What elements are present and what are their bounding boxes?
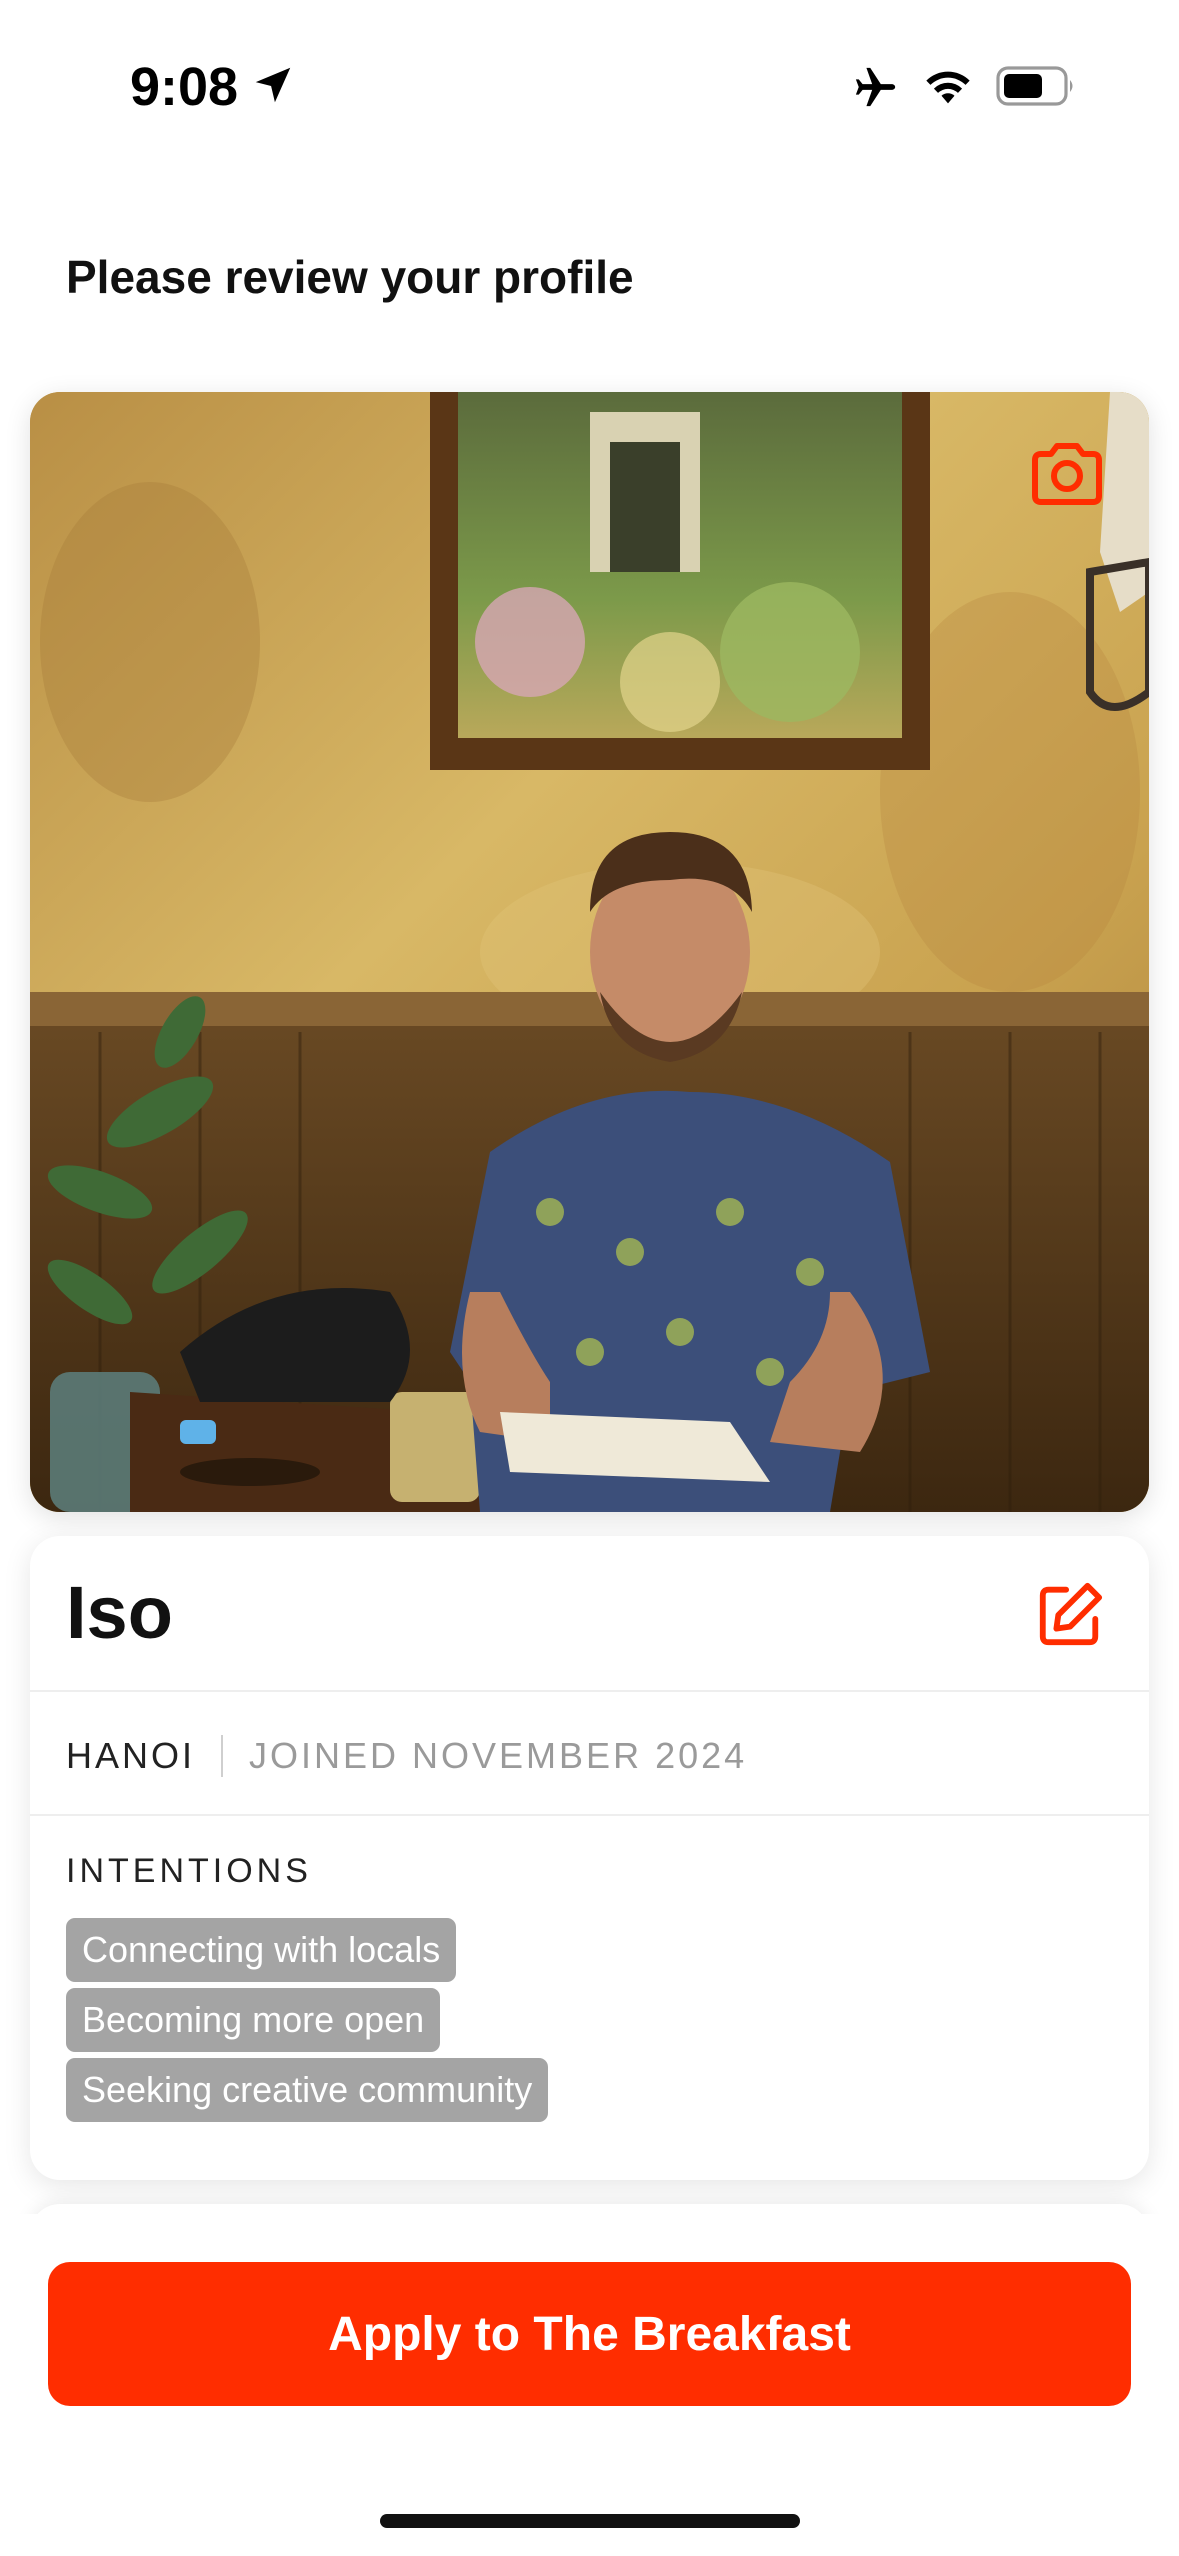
profile-photo[interactable] [30, 392, 1149, 1512]
divider [30, 1690, 1149, 1692]
divider [30, 1814, 1149, 1816]
edit-icon[interactable] [1035, 1580, 1105, 1650]
profile-name: Iso [66, 1571, 173, 1654]
location-arrow-icon [255, 67, 291, 103]
meta-separator [221, 1735, 224, 1777]
wifi-icon [926, 71, 970, 104]
intention-chip: Seeking creative community [66, 2058, 549, 2122]
home-indicator[interactable] [380, 2514, 800, 2528]
profile-meta: HANOI JOINED NOVEMBER 2024 [66, 1732, 747, 1780]
profile-joined-date: JOINED NOVEMBER 2024 [249, 1735, 748, 1776]
intention-chip: Becoming more open [66, 1988, 441, 2052]
page-title: Please review your profile [66, 251, 634, 303]
profile-info-card: Iso HANOI JOINED NOVEMBER 2024 INTENTION… [30, 1536, 1149, 2180]
profile-city: HANOI [66, 1735, 196, 1776]
intentions-list: Connecting with locals Becoming more ope… [66, 1918, 549, 2128]
profile-photo-image [30, 392, 1149, 1512]
airplane-mode-icon [855, 67, 896, 107]
intention-chip: Connecting with locals [66, 1918, 457, 1982]
status-time: 9:08 [130, 57, 239, 117]
battery-icon [996, 66, 1073, 106]
apply-button[interactable]: Apply to The Breakfast [48, 2262, 1131, 2406]
camera-icon[interactable] [1029, 442, 1105, 506]
profile-review-screen: 9:08 Please review your profile Iso HANO… [0, 0, 1179, 2556]
intentions-label: INTENTIONS [66, 1852, 312, 1890]
status-bar: 9:08 [0, 0, 1179, 170]
